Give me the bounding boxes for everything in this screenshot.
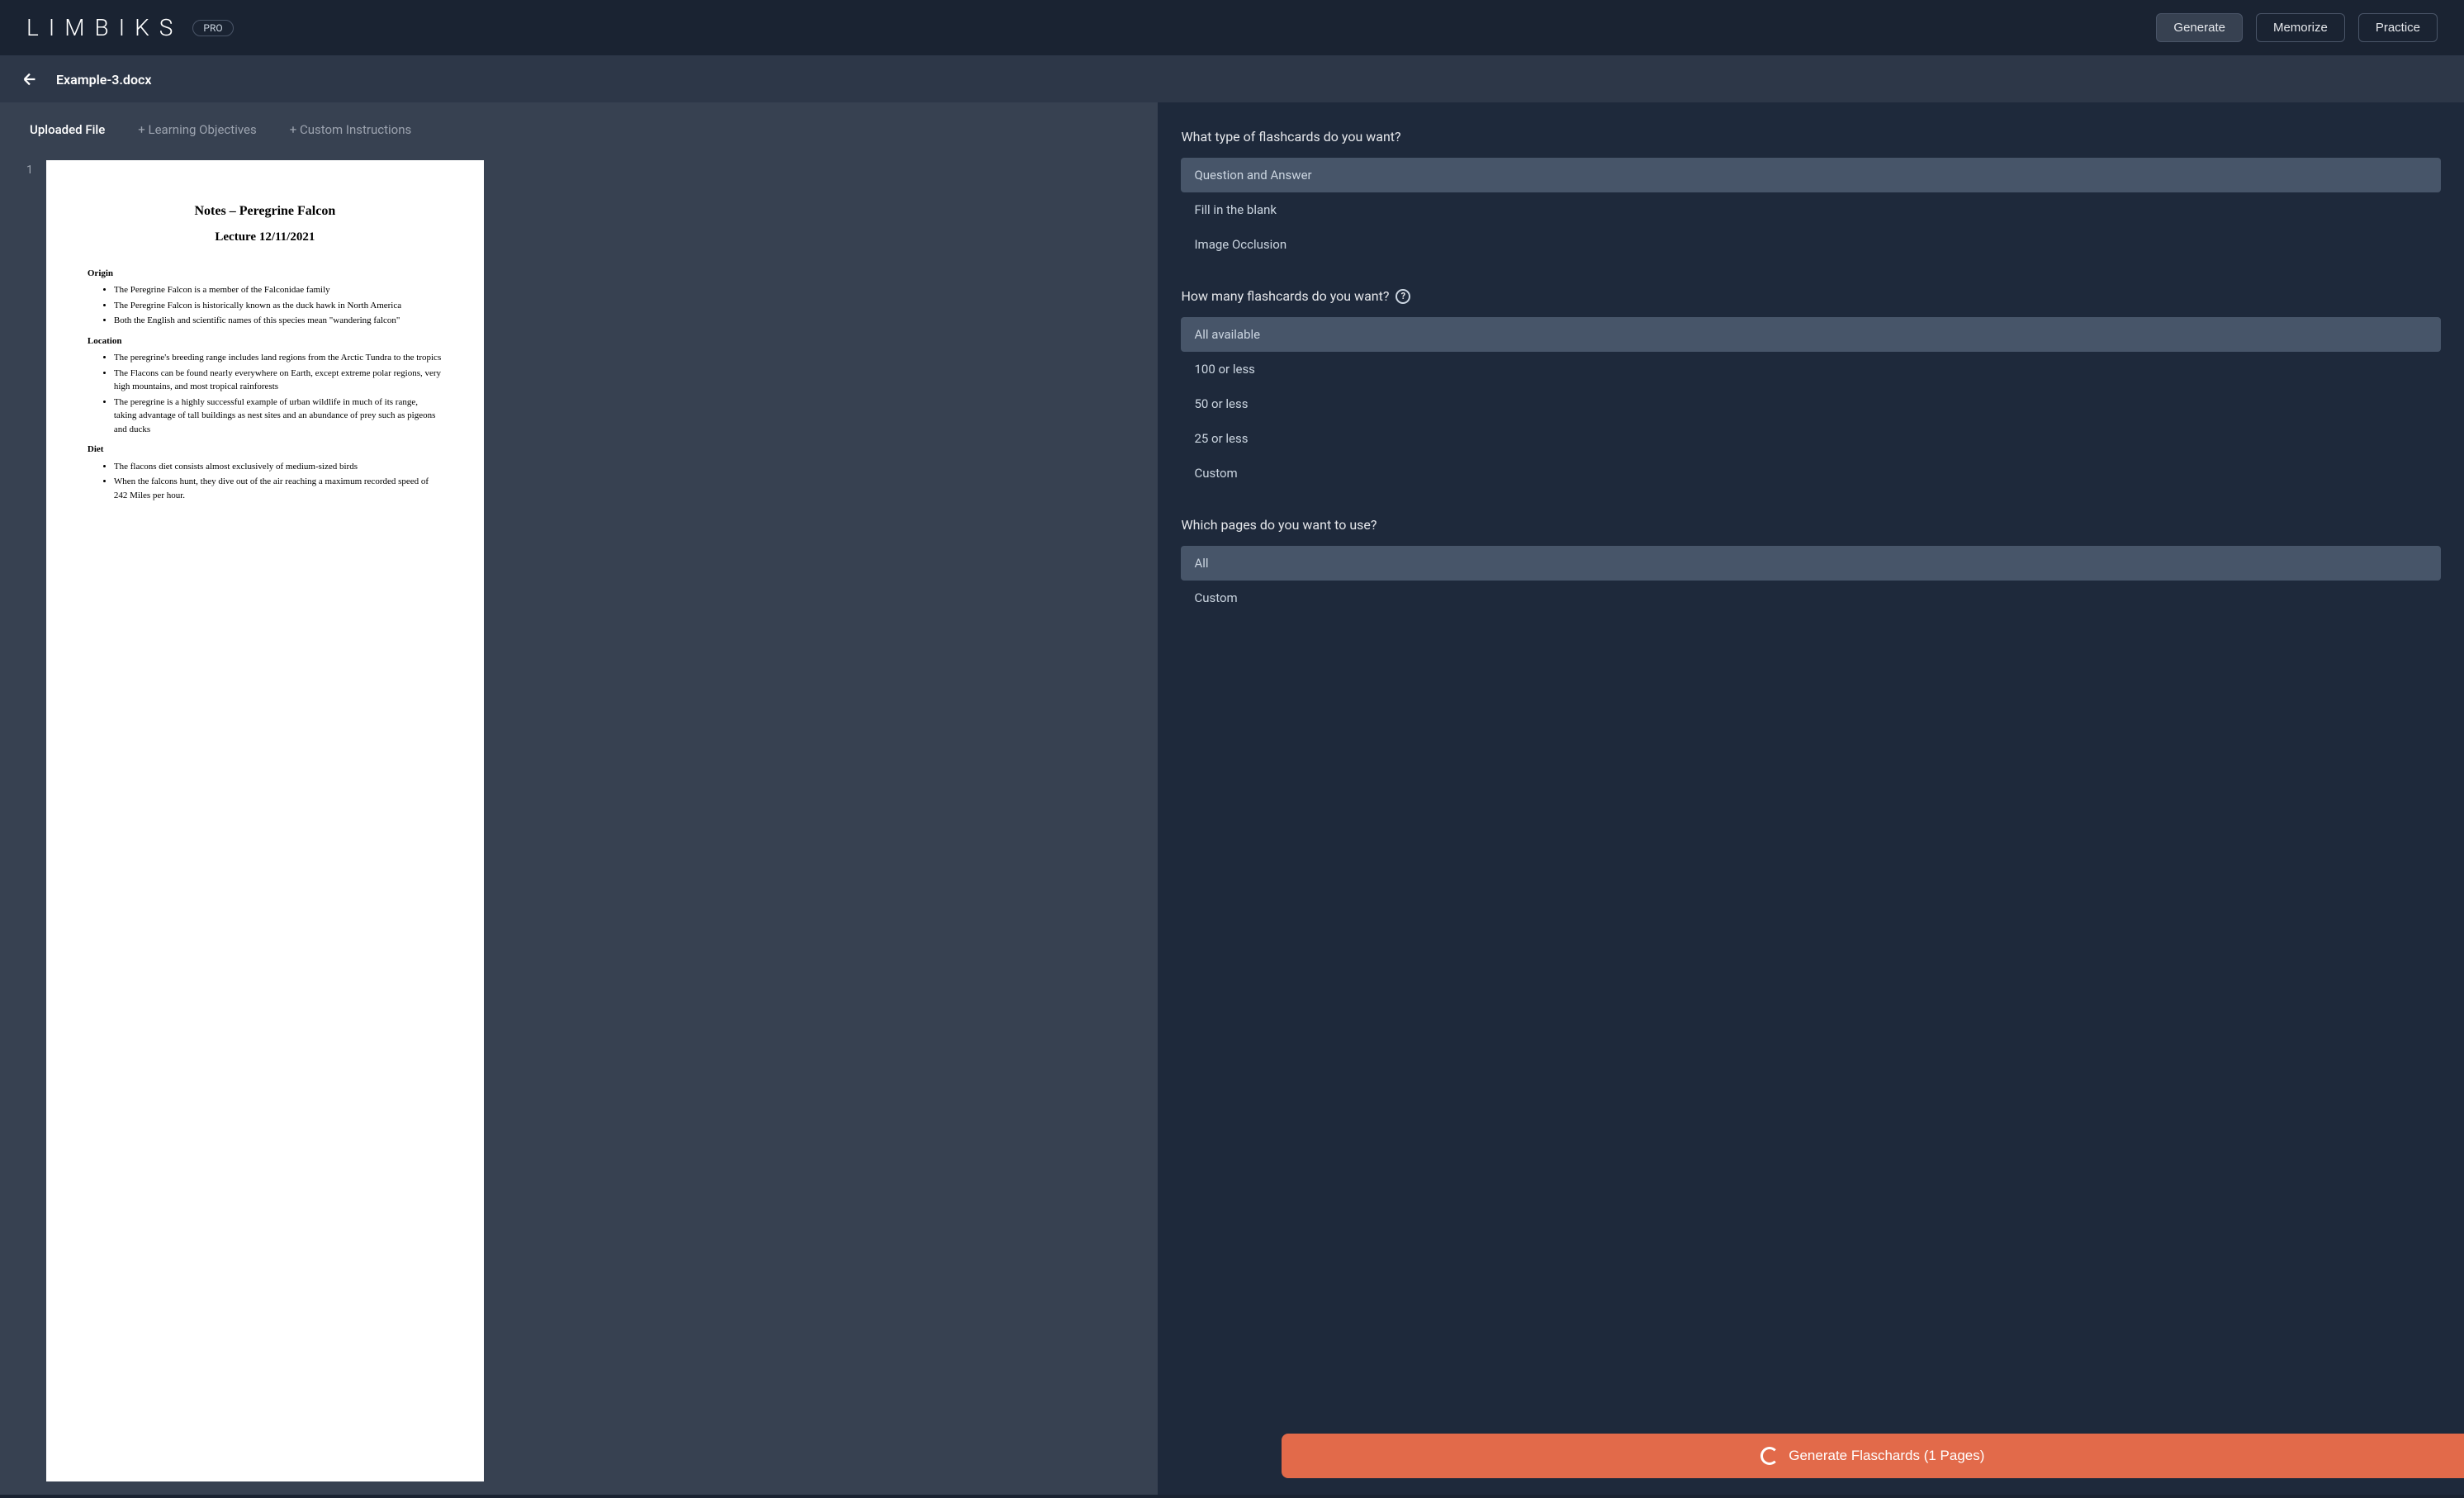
help-icon[interactable]: ? [1395,289,1410,304]
doc-title: Notes – Peregrine Falcon [88,201,443,221]
doc-bullet: Both the English and scientific names of… [114,314,443,328]
tab-custom-instructions[interactable]: + Custom Instructions [287,116,415,147]
page-number: 1 [26,160,33,1481]
back-arrow-icon[interactable] [20,69,40,89]
doc-subtitle: Lecture 12/11/2021 [88,228,443,247]
document-area: 1 Notes – Peregrine Falcon Lecture 12/11… [0,147,1158,1495]
doc-bullet-list: The flacons diet consists almost exclusi… [114,460,443,503]
option-pages-all[interactable]: All [1181,546,2441,581]
option-pages-custom[interactable]: Custom [1181,581,2441,615]
document-page: Notes – Peregrine Falcon Lecture 12/11/2… [46,160,484,1481]
generate-nav-button[interactable]: Generate [2156,13,2243,42]
doc-bullet-list: The Peregrine Falcon is a member of the … [114,283,443,328]
generate-flashcards-button[interactable]: Generate Flaschards (1 Pages) [1282,1434,2464,1478]
tabs: Uploaded File + Learning Objectives + Cu… [0,102,1158,147]
app-header: LIMBIKS PRO Generate Memorize Practice [0,0,2464,56]
nav-buttons: Generate Memorize Practice [2156,13,2438,42]
option-25-less[interactable]: 25 or less [1181,421,2441,456]
pages-label: Which pages do you want to use? [1181,517,2441,533]
doc-bullet-list: The peregrine's breeding range includes … [114,351,443,436]
option-50-less[interactable]: 50 or less [1181,386,2441,421]
left-panel: Uploaded File + Learning Objectives + Cu… [0,102,1158,1495]
flashcard-count-label: How many flashcards do you want? ? [1181,288,2441,304]
doc-bullet: The Peregrine Falcon is a member of the … [114,283,443,297]
pro-badge: PRO [192,20,233,36]
flashcard-count-options: All available 100 or less 50 or less 25 … [1181,317,2441,491]
doc-bullet: The peregrine is a highly successful exa… [114,396,443,437]
subheader: Example-3.docx [0,56,2464,102]
doc-bullet: The Flacons can be found nearly everywhe… [114,367,443,394]
doc-bullet: When the falcons hunt, they dive out of … [114,475,443,502]
doc-bullet: The peregrine's breeding range includes … [114,351,443,365]
option-all-available[interactable]: All available [1181,317,2441,352]
doc-bullet: The flacons diet consists almost exclusi… [114,460,443,474]
memorize-nav-button[interactable]: Memorize [2256,13,2345,42]
tab-learning-objectives[interactable]: + Learning Objectives [135,116,259,147]
logo-area: LIMBIKS PRO [26,14,234,41]
option-image-occlusion[interactable]: Image Occlusion [1181,227,2441,262]
doc-section-heading: Diet [88,443,443,457]
filename: Example-3.docx [56,72,151,88]
logo: LIMBIKS [26,14,182,41]
doc-section-heading: Location [88,334,443,348]
tab-uploaded-file[interactable]: Uploaded File [26,116,108,147]
pages-options: All Custom [1181,546,2441,615]
generate-button-label: Generate Flaschards (1 Pages) [1789,1448,1984,1464]
option-100-less[interactable]: 100 or less [1181,352,2441,386]
doc-section-heading: Origin [88,267,443,281]
flashcard-type-label: What type of flashcards do you want? [1181,129,2441,145]
flashcard-type-options: Question and Answer Fill in the blank Im… [1181,158,2441,262]
right-panel: What type of flashcards do you want? Que… [1158,102,2464,1495]
practice-nav-button[interactable]: Practice [2358,13,2438,42]
doc-bullet: The Peregrine Falcon is historically kno… [114,299,443,313]
spinner-icon [1760,1447,1779,1465]
option-count-custom[interactable]: Custom [1181,456,2441,491]
option-question-answer[interactable]: Question and Answer [1181,158,2441,192]
main-content: Uploaded File + Learning Objectives + Cu… [0,102,2464,1495]
option-fill-blank[interactable]: Fill in the blank [1181,192,2441,227]
